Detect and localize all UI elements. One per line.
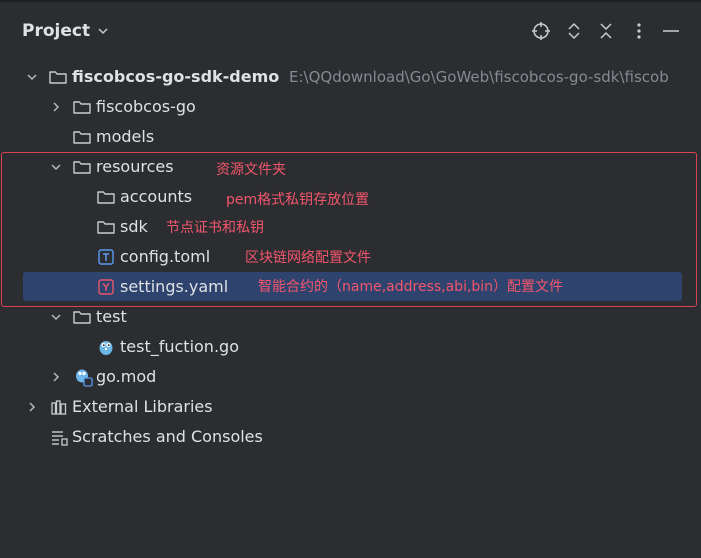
- panel-title: Project: [22, 21, 91, 41]
- annotation-config: 区块链网络配置文件: [245, 250, 371, 266]
- annotation-accounts: pem格式私钥存放位置: [226, 192, 370, 208]
- minimize-icon[interactable]: [660, 20, 682, 42]
- chevron-right-icon[interactable]: [25, 400, 39, 414]
- chevron-right-icon[interactable]: [49, 370, 63, 384]
- chevron-down-icon[interactable]: [25, 70, 39, 84]
- chevron-down-icon: [98, 28, 108, 35]
- tree-item-label: Scratches and Consoles: [72, 427, 263, 446]
- expand-all-icon[interactable]: [563, 20, 585, 42]
- go-module-icon: [76, 369, 93, 387]
- tree-row-models[interactable]: models: [0, 122, 701, 152]
- project-view-selector[interactable]: Project: [22, 21, 110, 41]
- tree-row-project-root[interactable]: fiscobcos-go-sdk-demo E:\QQdownload\Go\G…: [0, 62, 701, 92]
- folder-icon: [73, 101, 91, 114]
- go-gopher-icon: [99, 341, 113, 355]
- locate-icon[interactable]: [530, 20, 552, 42]
- folder-icon: [49, 71, 67, 84]
- annotation-resources: 资源文件夹: [216, 162, 286, 178]
- tree-row-fiscobcos-go[interactable]: fiscobcos-go: [0, 92, 701, 122]
- project-path: E:\QQdownload\Go\GoWeb\fiscobcos-go-sdk\…: [289, 68, 669, 86]
- project-panel-header: Project: [0, 2, 701, 60]
- tree-item-label: models: [96, 127, 155, 146]
- tree-item-label: test_fuction.go: [120, 337, 239, 356]
- tree-item-label: fiscobcos-go: [96, 97, 196, 116]
- annotation-sdk: 节点证书和私钥: [166, 220, 264, 236]
- chevron-down-icon[interactable]: [49, 310, 63, 324]
- tree-row-external-libraries[interactable]: External Libraries: [0, 392, 701, 422]
- annotation-settings: 智能合约的（name,address,abi,bin）配置文件: [258, 279, 564, 295]
- tree-item-label: test: [96, 307, 127, 326]
- tree-row-go-mod[interactable]: go.mod: [0, 362, 701, 392]
- tree-row-scratches-and-consoles[interactable]: Scratches and Consoles: [0, 422, 701, 452]
- tree-item-label: External Libraries: [72, 397, 213, 416]
- chevron-right-icon[interactable]: [49, 100, 63, 114]
- collapse-all-icon[interactable]: [595, 20, 617, 42]
- folder-icon: [73, 131, 91, 144]
- more-options-icon[interactable]: [628, 20, 650, 42]
- tree-item-label: go.mod: [96, 367, 157, 386]
- library-icon: [51, 400, 67, 415]
- project-name: fiscobcos-go-sdk-demo: [72, 67, 280, 86]
- folder-icon: [73, 311, 91, 324]
- tree-row-test-fuction-go[interactable]: test_fuction.go: [0, 332, 701, 362]
- scratches-icon: [52, 431, 68, 446]
